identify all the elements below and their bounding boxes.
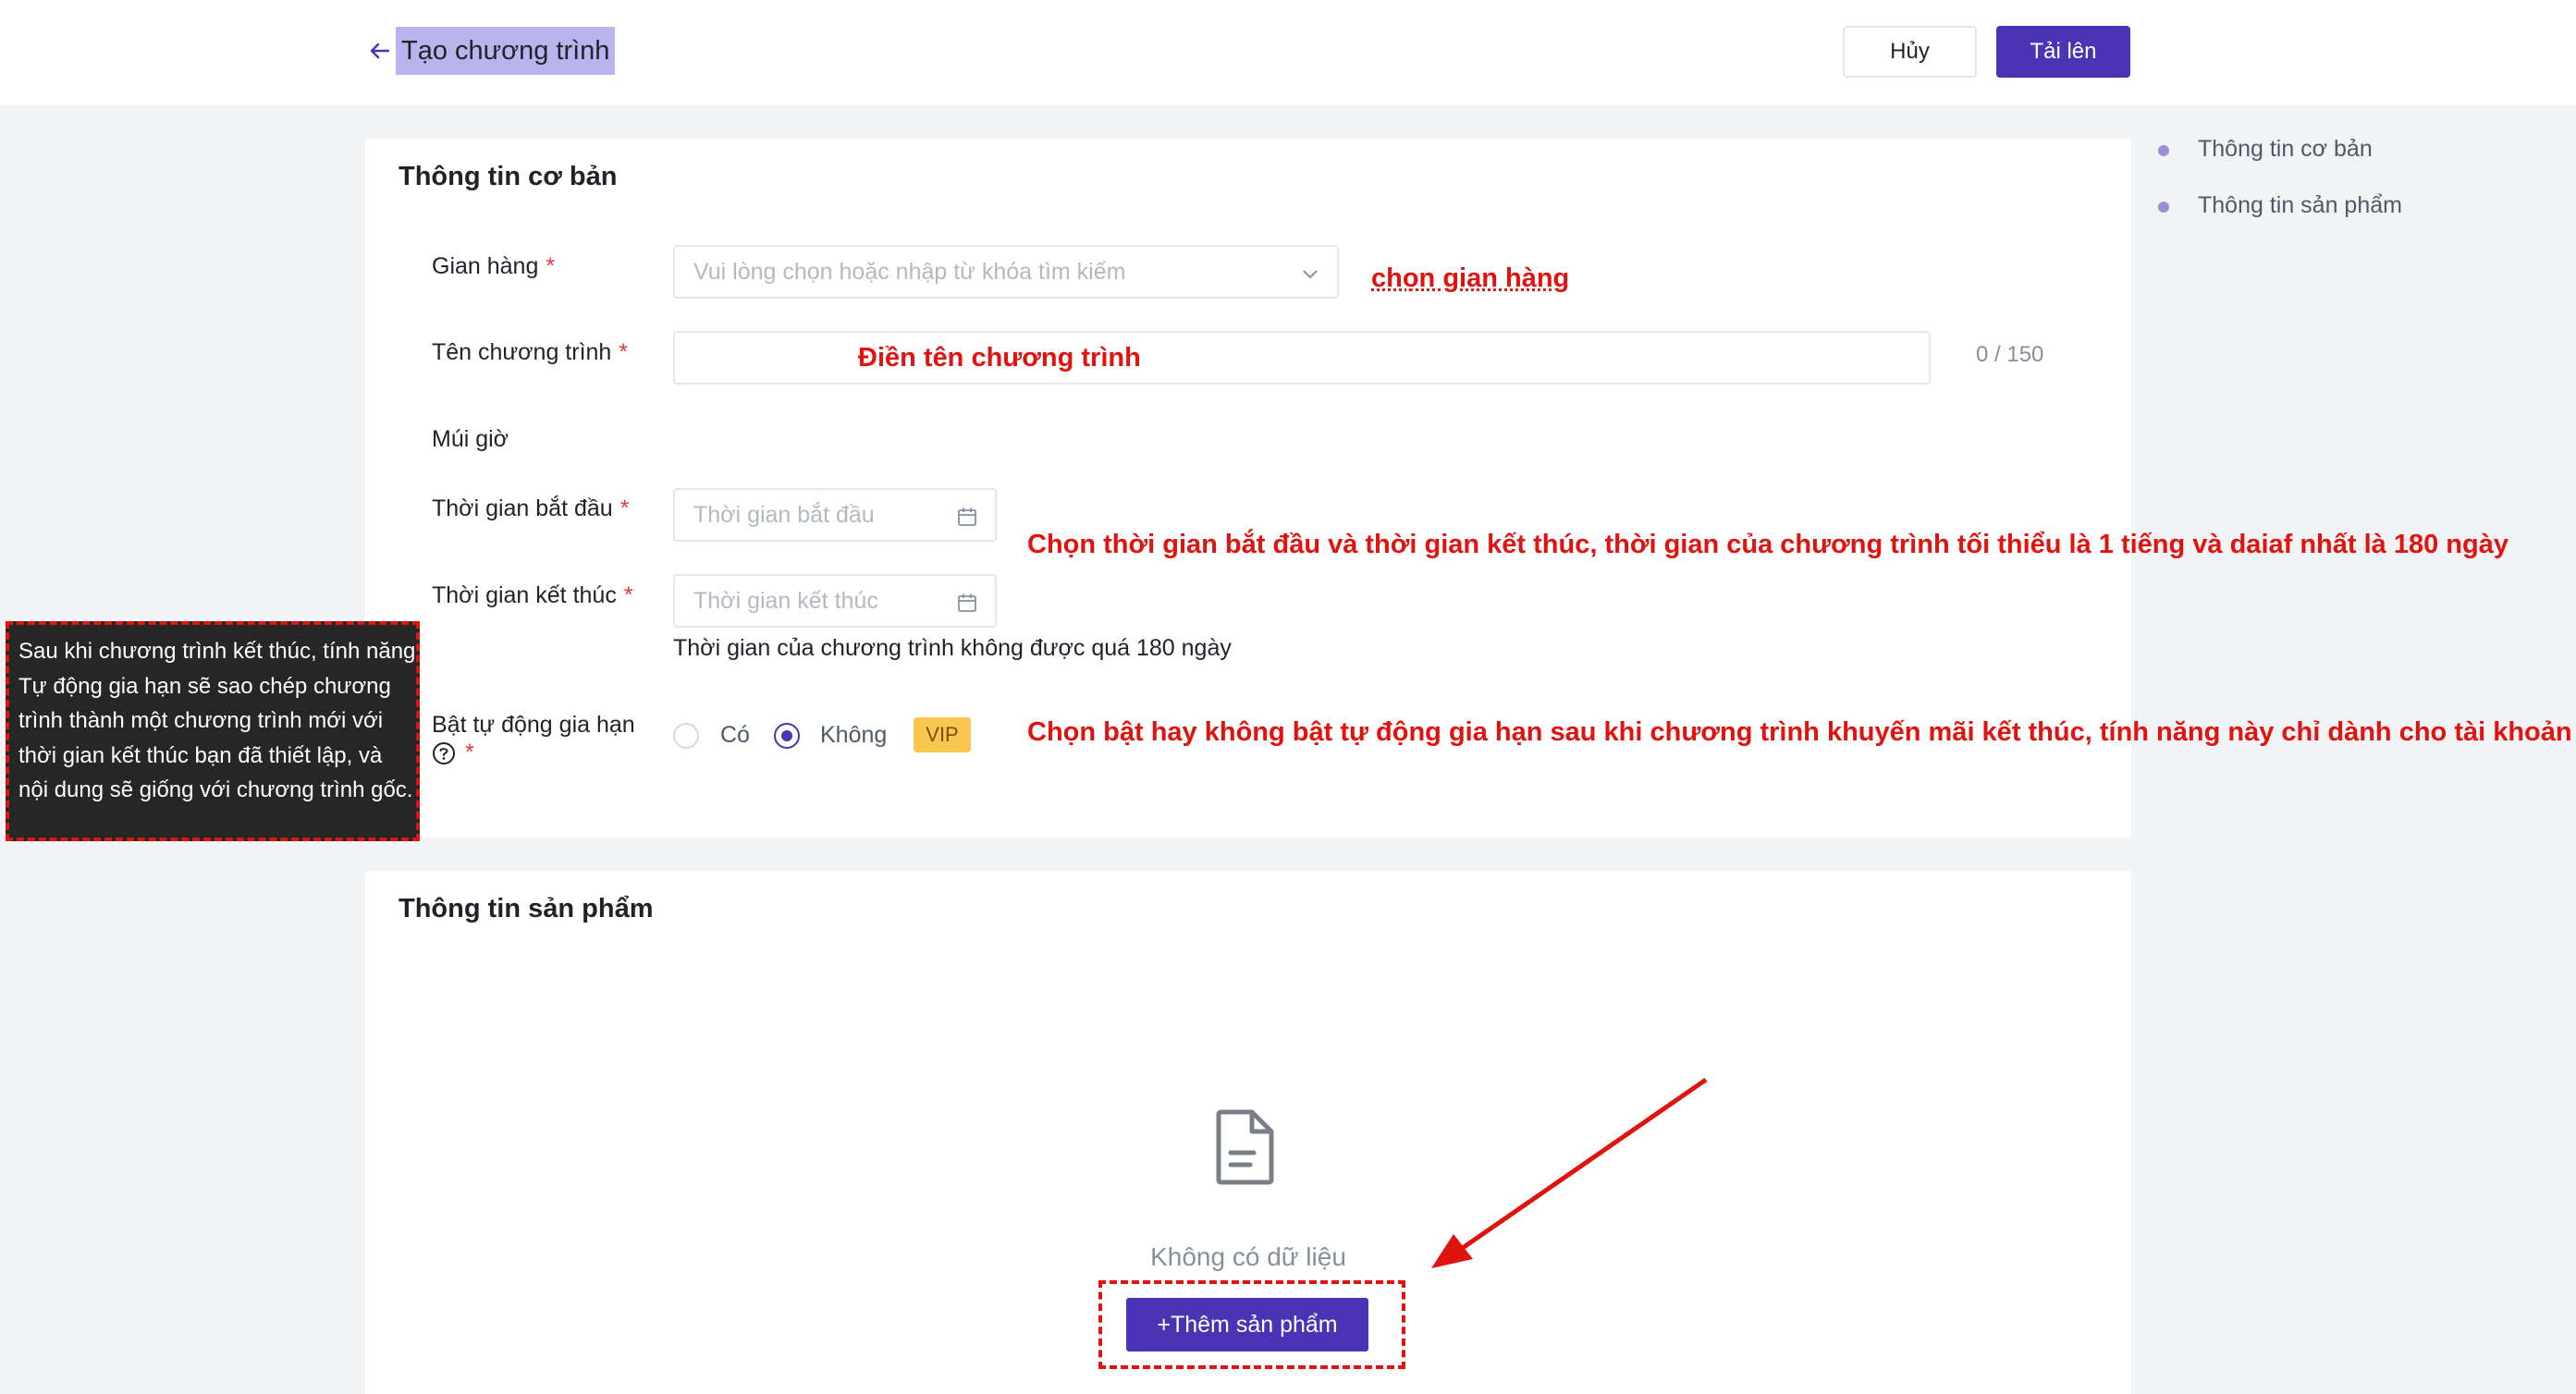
- cancel-button[interactable]: Hủy: [1843, 26, 1977, 78]
- section-title-product: Thông tin sản phẩm: [399, 894, 654, 923]
- document-icon: [1216, 1109, 1274, 1185]
- end-time-picker[interactable]: Thời gian kết thúc: [673, 574, 997, 628]
- radio-no-label[interactable]: Không: [820, 722, 887, 749]
- program-name-label: Tên chương trình *: [432, 339, 628, 366]
- end-time-label-text: Thời gian kết thúc: [432, 582, 617, 608]
- shop-select-placeholder: Vui lòng chọn hoặc nhập từ khóa tìm kiếm: [693, 258, 1126, 285]
- annotation-auto-renew: Chọn bật hay không bật tự động gia hạn s…: [1027, 717, 2576, 747]
- anchor-basic-info[interactable]: Thông tin cơ bản: [2198, 136, 2373, 163]
- required-mark: *: [546, 253, 556, 279]
- start-time-picker[interactable]: Thời gian bắt đầu: [673, 488, 997, 542]
- shop-label-text: Gian hàng: [432, 253, 539, 279]
- start-time-label: Thời gian bắt đầu *: [432, 495, 629, 522]
- shop-label: Gian hàng *: [432, 253, 555, 280]
- vip-badge: VIP: [914, 717, 971, 752]
- program-name-counter: 0 / 150: [1976, 342, 2044, 367]
- end-time-label: Thời gian kết thúc *: [432, 582, 633, 609]
- annotation-program-name: Điền tên chương trình: [858, 343, 1141, 373]
- required-mark: *: [623, 582, 633, 608]
- help-circle-icon[interactable]: [432, 741, 456, 765]
- start-time-placeholder: Thời gian bắt đầu: [693, 501, 875, 528]
- auto-renew-tooltip: Sau khi chương trình kết thúc, tính năng…: [6, 621, 420, 841]
- anchor-dot: [2158, 202, 2169, 213]
- tooltip-text: Sau khi chương trình kết thúc, tính năng…: [18, 639, 416, 803]
- end-time-hint: Thời gian của chương trình không được qu…: [673, 635, 1232, 661]
- chevron-down-icon: [1303, 270, 1318, 279]
- anchor-product-info[interactable]: Thông tin sản phẩm: [2198, 192, 2402, 219]
- annotation-shop: chọn gian hàng: [1371, 263, 1570, 293]
- back-arrow-icon: [370, 43, 390, 59]
- shop-select[interactable]: Vui lòng chọn hoặc nhập từ khóa tìm kiếm: [673, 245, 1339, 299]
- anchor-dot: [2158, 145, 2169, 156]
- start-time-label-text: Thời gian bắt đầu: [432, 495, 613, 521]
- calendar-icon: [958, 593, 976, 612]
- program-name-label-text: Tên chương trình: [432, 339, 612, 365]
- radio-yes[interactable]: [673, 723, 699, 749]
- required-mark: *: [619, 339, 629, 365]
- radio-yes-label[interactable]: Có: [720, 722, 750, 749]
- back-link[interactable]: Tạo chương trình: [366, 26, 616, 76]
- auto-renew-label: Bật tự động gia hạn: [432, 712, 635, 738]
- end-time-placeholder: Thời gian kết thúc: [693, 587, 878, 614]
- section-title-basic: Thông tin cơ bản: [399, 162, 618, 191]
- annotation-time: Chọn thời gian bắt đầu và thời gian kết …: [1027, 530, 2509, 559]
- calendar-icon: [958, 507, 976, 526]
- empty-state-text: Không có dữ liệu: [1150, 1242, 1346, 1271]
- add-product-button[interactable]: +Thêm sản phẩm: [1126, 1298, 1368, 1351]
- timezone-label: Múi giờ: [432, 426, 509, 452]
- required-mark: *: [619, 495, 630, 521]
- required-mark: *: [465, 740, 474, 765]
- radio-no[interactable]: [774, 723, 800, 749]
- upload-button[interactable]: Tải lên: [1996, 26, 2130, 78]
- page-title: Tạo chương trình: [396, 27, 616, 75]
